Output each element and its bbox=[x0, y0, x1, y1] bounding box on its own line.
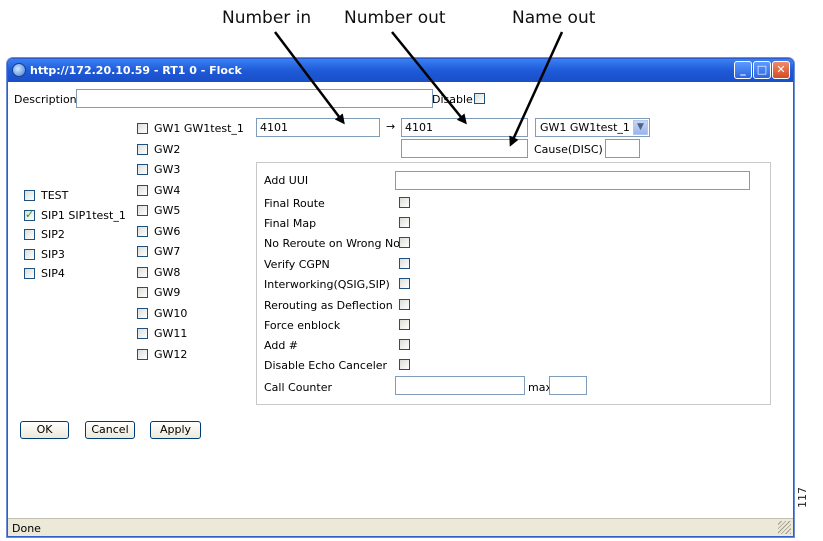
call-counter-field[interactable] bbox=[395, 376, 525, 395]
chevron-down-icon[interactable]: ▼ bbox=[633, 120, 648, 135]
gateway-item-checkbox[interactable] bbox=[137, 328, 148, 339]
disable-checkbox[interactable] bbox=[474, 93, 485, 104]
status-bar: Done bbox=[8, 518, 793, 536]
form-content: Description Disable 4101 → 4101 GW1 GW1t… bbox=[11, 82, 790, 518]
rerouting-label: Rerouting as Deflection bbox=[264, 299, 393, 312]
gateway-item-checkbox[interactable] bbox=[137, 123, 148, 134]
gateway-item-label: GW1 GW1test_1 bbox=[154, 122, 244, 135]
source-item-label: SIP4 bbox=[41, 267, 65, 280]
source-item-checkbox[interactable] bbox=[24, 268, 35, 279]
title-bar[interactable]: http://172.20.10.59 - RT1 0 - Flock _ □ … bbox=[8, 59, 793, 82]
maximize-button[interactable]: □ bbox=[753, 61, 771, 79]
close-button[interactable]: ✕ bbox=[772, 61, 790, 79]
gateway-item-checkbox[interactable] bbox=[137, 143, 148, 155]
gateway-item-label: GW10 bbox=[154, 306, 188, 320]
verify-cgpn-checkbox[interactable] bbox=[399, 258, 410, 269]
gateway-select-value: GW1 GW1test_1 bbox=[540, 121, 630, 134]
number-out-field[interactable]: 4101 bbox=[401, 118, 528, 137]
gateway-item-checkbox[interactable] bbox=[137, 164, 148, 175]
add-uui-field[interactable] bbox=[395, 171, 750, 190]
gateway-item-label: GW11 bbox=[154, 327, 188, 340]
source-item-checkbox[interactable] bbox=[24, 248, 35, 260]
source-item-label: SIP1 SIP1test_1 bbox=[41, 208, 126, 222]
name-out-field[interactable] bbox=[401, 139, 528, 158]
disable-echo-label: Disable Echo Canceler bbox=[264, 359, 388, 372]
gateway-item-checkbox[interactable] bbox=[137, 184, 148, 196]
callout-number-in: Number in bbox=[222, 8, 312, 28]
resize-grip[interactable] bbox=[778, 521, 791, 534]
rerouting-checkbox[interactable] bbox=[399, 299, 410, 310]
force-enblock-checkbox[interactable] bbox=[399, 319, 410, 330]
disable-label: Disable bbox=[432, 93, 473, 106]
gateway-item-checkbox[interactable] bbox=[137, 287, 148, 298]
window-title: http://172.20.10.59 - RT1 0 - Flock bbox=[30, 64, 242, 77]
options-panel: Add UUI Final Route Final Map No Reroute… bbox=[256, 162, 771, 405]
cause-field[interactable] bbox=[605, 139, 640, 158]
source-item-checkbox[interactable] bbox=[24, 229, 35, 240]
apply-button[interactable]: Apply bbox=[150, 421, 201, 439]
gateway-item-checkbox[interactable] bbox=[137, 307, 148, 319]
browser-window: http://172.20.10.59 - RT1 0 - Flock _ □ … bbox=[7, 58, 794, 537]
interworking-checkbox[interactable] bbox=[399, 278, 410, 289]
final-map-checkbox[interactable] bbox=[399, 217, 410, 228]
gateway-item-checkbox[interactable] bbox=[137, 348, 148, 360]
final-route-label: Final Route bbox=[264, 197, 325, 210]
force-enblock-label: Force enblock bbox=[264, 319, 341, 332]
gateway-item-label: GW2 bbox=[154, 142, 181, 156]
add-hash-label: Add # bbox=[264, 339, 299, 352]
gateway-item-checkbox[interactable] bbox=[137, 246, 148, 257]
minimize-button[interactable]: _ bbox=[734, 61, 752, 79]
final-route-checkbox[interactable] bbox=[399, 197, 410, 208]
final-map-label: Final Map bbox=[264, 217, 317, 230]
gateway-item-checkbox[interactable] bbox=[137, 225, 148, 237]
source-item-label: TEST bbox=[41, 189, 69, 202]
callout-name-out: Name out bbox=[512, 8, 596, 28]
description-label: Description bbox=[14, 93, 77, 106]
cancel-button[interactable]: Cancel bbox=[85, 421, 135, 439]
gateway-item-checkbox[interactable] bbox=[137, 205, 148, 216]
source-item-label: SIP3 bbox=[41, 247, 65, 261]
gateway-item-label: GW7 bbox=[154, 245, 181, 258]
add-hash-checkbox[interactable] bbox=[399, 339, 410, 350]
cause-label: Cause(DISC) bbox=[534, 143, 603, 156]
gateway-item-label: GW6 bbox=[154, 224, 181, 238]
gateway-item-label: GW8 bbox=[154, 265, 181, 279]
gateway-item-checkbox[interactable] bbox=[137, 266, 148, 278]
source-item-checkbox[interactable] bbox=[24, 208, 35, 221]
gateway-item-label: GW9 bbox=[154, 286, 181, 299]
gateway-select[interactable]: GW1 GW1test_1 ▼ bbox=[535, 118, 650, 137]
source-item-checkbox[interactable] bbox=[24, 190, 35, 201]
max-field[interactable] bbox=[549, 376, 587, 395]
verify-cgpn-label: Verify CGPN bbox=[264, 258, 330, 271]
figure-number: 117 bbox=[796, 487, 809, 508]
gateway-item-label: GW3 bbox=[154, 163, 181, 176]
number-in-field[interactable]: 4101 bbox=[256, 118, 380, 137]
interworking-label: Interworking(QSIG,SIP) bbox=[264, 278, 390, 291]
no-reroute-checkbox[interactable] bbox=[399, 237, 410, 248]
disable-echo-checkbox[interactable] bbox=[399, 359, 410, 370]
call-counter-label: Call Counter bbox=[264, 381, 332, 394]
status-text: Done bbox=[12, 522, 41, 535]
arrow-icon: → bbox=[386, 120, 396, 133]
callout-number-out: Number out bbox=[344, 8, 446, 28]
ok-button[interactable]: OK bbox=[20, 421, 69, 439]
gateway-item-label: GW4 bbox=[154, 183, 181, 197]
source-item-label: SIP2 bbox=[41, 228, 65, 241]
no-reroute-label: No Reroute on Wrong No bbox=[264, 237, 400, 250]
add-uui-label: Add UUI bbox=[264, 174, 309, 187]
description-field[interactable] bbox=[76, 89, 433, 108]
gateway-item-label: GW5 bbox=[154, 204, 181, 217]
gateway-item-label: GW12 bbox=[154, 347, 188, 361]
browser-icon bbox=[12, 63, 26, 77]
